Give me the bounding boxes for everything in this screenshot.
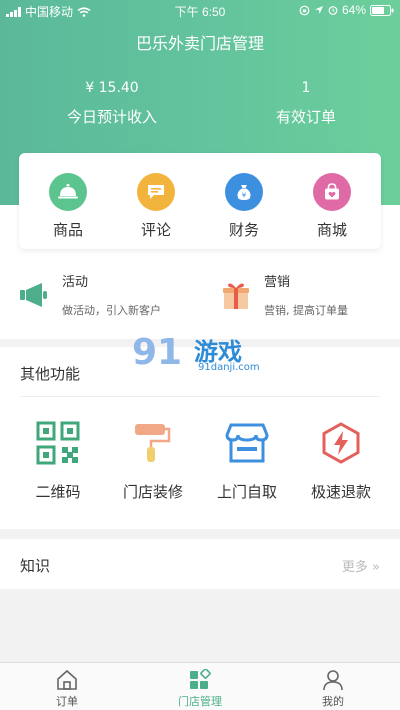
promo-subtitle: 营销, 提高订单量 xyxy=(264,304,348,317)
income-value: ¥ 15.40 xyxy=(85,80,139,96)
quick-menu-goods[interactable]: 商品 xyxy=(23,173,113,240)
function-label: 二维码 xyxy=(35,483,81,501)
promo-marketing[interactable]: 营销 营销, 提高订单量 xyxy=(220,265,400,325)
orders-stat[interactable]: 1 有效订单 xyxy=(206,78,400,127)
quick-menu-finance[interactable]: ¥ 财务 xyxy=(199,173,289,240)
orders-label: 有效订单 xyxy=(275,108,336,126)
tab-orders[interactable]: 订单 xyxy=(0,669,134,709)
svg-text:¥: ¥ xyxy=(242,192,247,200)
promo-title: 活动 xyxy=(62,275,89,290)
section-heading: 知识 xyxy=(20,557,51,575)
watermark-number: 91 xyxy=(132,332,183,373)
orders-value: 1 xyxy=(301,80,311,96)
quick-menu-label: 评论 xyxy=(140,221,171,239)
storefront-icon xyxy=(225,423,269,463)
quick-menu-comments[interactable]: 评论 xyxy=(111,173,201,240)
section-heading: 其他功能 xyxy=(20,365,81,383)
location-icon xyxy=(314,6,323,14)
home-icon xyxy=(57,669,77,690)
person-icon xyxy=(323,670,343,691)
quick-menu-label: 商城 xyxy=(316,221,347,239)
function-pickup[interactable]: 上门自取 xyxy=(197,421,297,502)
watermark-url: 91danji.com xyxy=(198,362,260,373)
tab-mine[interactable]: 我的 xyxy=(266,669,400,709)
quick-menu-label: 商品 xyxy=(52,221,83,239)
income-label: 今日预计收入 xyxy=(66,108,157,126)
quick-menu-card: 商品 评论 ¥ 财务 商城 xyxy=(19,153,381,249)
tab-bar: 订单 门店管理 我的 xyxy=(0,662,400,710)
shopping-bag-icon xyxy=(325,183,339,200)
qr-code-icon xyxy=(36,421,80,465)
function-fast-refund[interactable]: 极速退款 xyxy=(291,421,391,502)
promo-subtitle: 做活动，引入新客户 xyxy=(62,304,161,317)
battery-icon xyxy=(370,4,394,16)
alarm-icon xyxy=(328,6,338,15)
function-store-decor[interactable]: 门店装修 xyxy=(103,421,203,502)
comment-icon xyxy=(148,185,164,199)
megaphone-icon xyxy=(20,283,47,307)
lightning-hexagon-icon xyxy=(322,422,360,464)
function-label: 极速退款 xyxy=(310,483,371,501)
tab-label: 门店管理 xyxy=(178,695,222,708)
orientation-lock-icon xyxy=(299,5,310,15)
quick-menu-mall[interactable]: 商城 xyxy=(287,173,377,240)
battery-percent: 64% xyxy=(341,3,366,17)
watermark-logo: 91 游戏 91danji.com xyxy=(132,332,272,380)
grid-icon xyxy=(190,669,211,689)
tab-label: 我的 xyxy=(322,695,344,708)
cloche-icon xyxy=(58,184,78,199)
money-bag-icon: ¥ xyxy=(237,185,251,200)
gift-icon xyxy=(223,283,249,309)
more-link[interactable]: 更多 » xyxy=(342,556,380,575)
page-title: 巴乐外卖门店管理 xyxy=(135,34,264,53)
income-stat[interactable]: ¥ 15.40 今日预计收入 xyxy=(12,78,212,127)
knowledge-section: 知识 更多 » xyxy=(0,539,400,589)
quick-menu-label: 财务 xyxy=(228,221,259,239)
function-qr-code[interactable]: 二维码 xyxy=(8,421,108,502)
promo-title: 营销 xyxy=(264,275,291,290)
function-label: 门店装修 xyxy=(122,483,183,501)
paint-roller-icon xyxy=(135,424,171,462)
tab-store-management[interactable]: 门店管理 xyxy=(133,669,267,709)
status-bar: 中国移动 下午 6:50 64% xyxy=(0,0,400,22)
tab-label: 订单 xyxy=(56,695,78,708)
function-label: 上门自取 xyxy=(216,483,277,501)
promo-activity[interactable]: 活动 做活动，引入新客户 xyxy=(18,265,208,325)
divider xyxy=(20,396,380,397)
